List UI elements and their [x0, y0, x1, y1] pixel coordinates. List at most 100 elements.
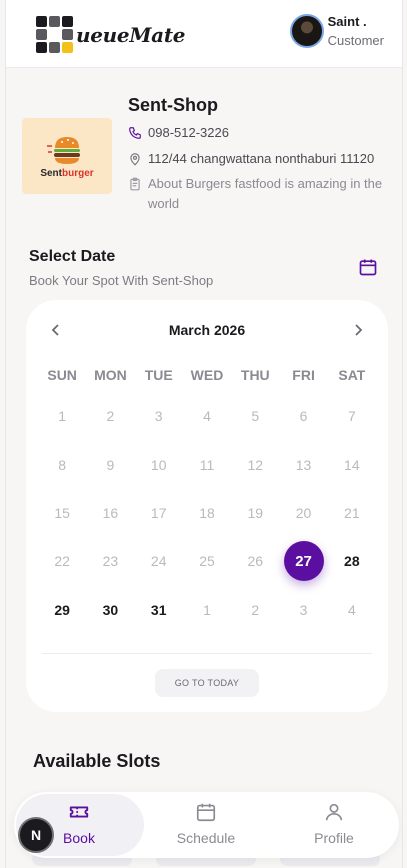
- calendar-day-number: 2: [107, 408, 115, 424]
- calendar-day-number: 27: [284, 541, 324, 581]
- calendar-day-number: 30: [103, 602, 119, 618]
- calendar-day: 7: [328, 392, 376, 440]
- calendar-day: 2: [86, 392, 134, 440]
- weekday-label: FRI: [279, 367, 327, 383]
- calendar-day-number: 17: [151, 505, 167, 521]
- phone-icon: [128, 126, 142, 140]
- avatar[interactable]: [290, 14, 324, 48]
- calendar-day: 24: [135, 537, 183, 585]
- calendar-day: 25: [183, 537, 231, 585]
- calendar-day: 12: [231, 440, 279, 488]
- nav-schedule[interactable]: Schedule: [161, 801, 251, 846]
- calendar-day: 11: [183, 440, 231, 488]
- calendar-day-number: 11: [200, 457, 215, 473]
- shop-phone-row[interactable]: 098-512-3226: [128, 125, 229, 140]
- calendar-grid: 1234567891011121314151617181920212223242…: [38, 392, 376, 634]
- calendar-day-number: 7: [348, 408, 356, 424]
- calendar-day-number: 20: [296, 505, 312, 521]
- calendar-day-number: 16: [103, 505, 119, 521]
- shop-description: About Burgers fastfood is amazing in the…: [148, 174, 383, 214]
- weekday-label: WED: [183, 367, 231, 383]
- calendar-day: 5: [231, 392, 279, 440]
- calendar-day-number: 4: [348, 602, 356, 618]
- nav-book-label: Book: [63, 830, 95, 846]
- calendar-day-number: 9: [107, 457, 115, 473]
- calendar-day-number: 10: [151, 457, 167, 473]
- user-role: Customer: [328, 33, 384, 48]
- shop-logo: Sentburger: [22, 118, 112, 194]
- user-menu[interactable]: Saint . Customer: [290, 14, 384, 48]
- shop-address-row: 112/44 changwattana nonthaburi 11120: [128, 151, 374, 166]
- calendar-day: 19: [231, 489, 279, 537]
- calendar-day: 4: [183, 392, 231, 440]
- calendar-day-number: 1: [203, 602, 211, 618]
- calendar-day: 26: [231, 537, 279, 585]
- calendar-day-number: 3: [300, 602, 308, 618]
- queue-logo-icon: [36, 16, 74, 54]
- calendar-day-number: 13: [296, 457, 312, 473]
- weekday-label: MON: [86, 367, 134, 383]
- calendar-day-number: 22: [54, 553, 70, 569]
- calendar-toggle-icon[interactable]: [358, 257, 378, 277]
- calendar-day: 23: [86, 537, 134, 585]
- app-logo[interactable]: ueueMate: [36, 16, 185, 54]
- weekday-header: SUNMONTUEWEDTHUFRISAT: [38, 367, 376, 383]
- calendar-day: 22: [38, 537, 86, 585]
- calendar-day-number: 23: [103, 553, 119, 569]
- calendar-day-number: 14: [344, 457, 360, 473]
- app-frame: ueueMate Saint . Customer Sentburger Sen…: [5, 0, 403, 868]
- user-icon: [323, 801, 345, 823]
- shop-description-row: About Burgers fastfood is amazing in the…: [128, 174, 383, 214]
- calendar-day-number: 15: [54, 505, 70, 521]
- calendar-day-number: 1: [58, 408, 66, 424]
- calendar-day-number: 25: [199, 553, 215, 569]
- select-date-title: Select Date: [29, 248, 115, 266]
- calendar-day: 1: [38, 392, 86, 440]
- go-to-today-button[interactable]: GO TO TODAY: [155, 669, 259, 697]
- calendar-day: 6: [279, 392, 327, 440]
- calendar-day: 20: [279, 489, 327, 537]
- calendar-icon: [195, 801, 217, 823]
- weekday-label: THU: [231, 367, 279, 383]
- calendar-day-number: 28: [344, 553, 360, 569]
- shop-address: 112/44 changwattana nonthaburi 11120: [148, 151, 374, 166]
- chevron-right-icon: [353, 324, 363, 336]
- shop-phone[interactable]: 098-512-3226: [148, 125, 229, 140]
- calendar-day-number: 3: [155, 408, 163, 424]
- location-pin-icon: [128, 152, 142, 166]
- shop-name: Sent-Shop: [128, 95, 218, 116]
- user-name: Saint .: [328, 14, 384, 29]
- calendar-day[interactable]: 29: [38, 586, 86, 634]
- calendar-day[interactable]: 30: [86, 586, 134, 634]
- calendar-day-number: 19: [247, 505, 263, 521]
- calendar-day-number: 24: [151, 553, 167, 569]
- calendar-day-selected[interactable]: 27: [279, 537, 327, 585]
- calendar-day: 17: [135, 489, 183, 537]
- floating-action-button[interactable]: N: [18, 817, 54, 853]
- calendar-day-number: 4: [203, 408, 211, 424]
- calendar-day-number: 8: [58, 457, 66, 473]
- calendar-day[interactable]: 31: [135, 586, 183, 634]
- available-slots-title: Available Slots: [33, 751, 160, 772]
- calendar-day-number: 18: [199, 505, 215, 521]
- calendar-day-number: 31: [151, 602, 167, 618]
- weekday-label: TUE: [135, 367, 183, 383]
- calendar-day: 10: [135, 440, 183, 488]
- divider: [42, 653, 372, 654]
- nav-schedule-label: Schedule: [177, 830, 235, 846]
- month-label: March 2026: [26, 322, 388, 338]
- nav-profile[interactable]: Profile: [289, 801, 379, 846]
- calendar-day: 14: [328, 440, 376, 488]
- calendar-day-number: 6: [300, 408, 308, 424]
- weekday-label: SUN: [38, 367, 86, 383]
- calendar-day: 2: [231, 586, 279, 634]
- calendar-day: 4: [328, 586, 376, 634]
- calendar-day: 9: [86, 440, 134, 488]
- calendar-day: 21: [328, 489, 376, 537]
- next-month-button[interactable]: [348, 320, 368, 340]
- calendar-day-number: 5: [251, 408, 259, 424]
- calendar-day: 3: [279, 586, 327, 634]
- calendar-day-number: 29: [54, 602, 70, 618]
- calendar-day[interactable]: 28: [328, 537, 376, 585]
- calendar-day: 18: [183, 489, 231, 537]
